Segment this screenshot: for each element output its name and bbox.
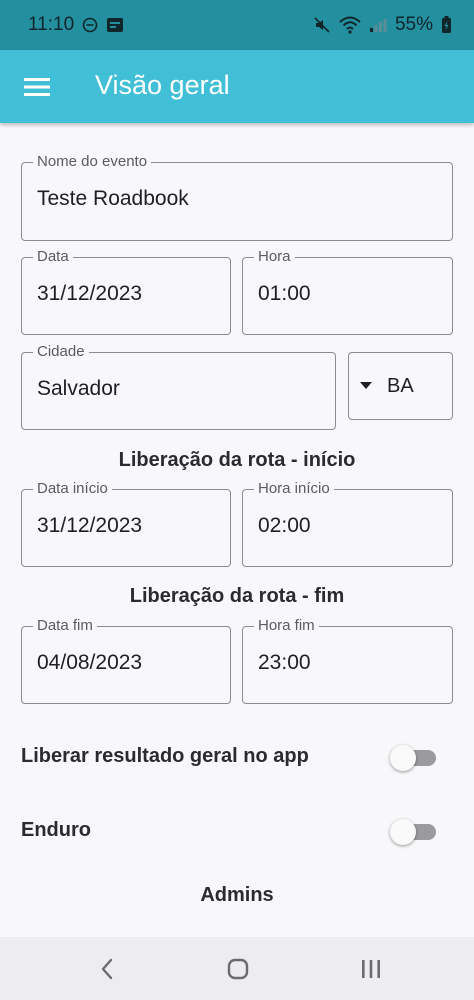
end-date-label: Data fim [33, 617, 97, 635]
end-time-field[interactable]: Hora fim 23:00 [242, 617, 453, 704]
back-icon[interactable] [87, 954, 127, 984]
signal-icon [369, 17, 387, 33]
time-label: Hora [254, 248, 295, 266]
start-date-value: 31/12/2023 [37, 514, 143, 537]
event-name-value: Teste Roadbook [37, 187, 189, 210]
status-bar: 11:10 55% [0, 0, 474, 50]
route-end-heading: Liberação da rota - fim [129, 585, 345, 607]
release-results-switch[interactable] [390, 745, 436, 771]
switch-thumb [390, 745, 416, 771]
enduro-switch[interactable] [390, 819, 436, 845]
switch-thumb [390, 819, 416, 845]
app-bar: Visão geral [0, 50, 474, 123]
battery-charging-icon [441, 16, 452, 34]
start-date-field[interactable]: Data início 31/12/2023 [21, 480, 231, 567]
event-name-label: Nome do evento [33, 153, 152, 171]
mute-icon [313, 16, 331, 34]
time-field[interactable]: Hora 01:00 [242, 248, 453, 335]
city-label: Cidade [33, 343, 89, 361]
clock: 11:10 [28, 14, 75, 35]
dropdown-arrow-icon [360, 382, 372, 389]
navigation-bar [0, 937, 474, 1000]
route-start-heading: Liberação da rota - início [118, 449, 356, 471]
end-time-label: Hora fim [254, 617, 319, 635]
home-icon[interactable] [218, 954, 258, 984]
release-results-label: Liberar resultado geral no app [21, 745, 309, 767]
enduro-label: Enduro [21, 819, 91, 841]
recent-apps-icon[interactable] [351, 954, 391, 984]
end-time-value: 23:00 [258, 651, 311, 674]
page-title: Visão geral [95, 70, 230, 100]
end-date-value: 04/08/2023 [37, 651, 143, 674]
hamburger-menu-icon[interactable] [24, 74, 50, 100]
end-date-field[interactable]: Data fim 04/08/2023 [21, 617, 231, 704]
date-field[interactable]: Data 31/12/2023 [21, 248, 231, 335]
do-not-disturb-icon [82, 17, 98, 33]
event-name-field[interactable]: Nome do evento Teste Roadbook [21, 153, 453, 241]
admins-heading: Admins [200, 884, 274, 906]
wifi-icon [339, 16, 361, 34]
city-value: Salvador [37, 377, 120, 400]
date-value: 31/12/2023 [37, 282, 143, 305]
battery-percent: 55% [394, 14, 433, 35]
state-dropdown[interactable]: BA [348, 352, 453, 420]
start-time-field[interactable]: Hora início 02:00 [242, 480, 453, 567]
time-value: 01:00 [258, 282, 311, 305]
date-label: Data [33, 248, 73, 266]
state-value: BA [387, 375, 414, 397]
start-time-value: 02:00 [258, 514, 311, 537]
notification-app-icon [106, 16, 124, 34]
city-field[interactable]: Cidade Salvador [21, 343, 336, 430]
start-time-label: Hora início [254, 480, 334, 498]
start-date-label: Data início [33, 480, 112, 498]
